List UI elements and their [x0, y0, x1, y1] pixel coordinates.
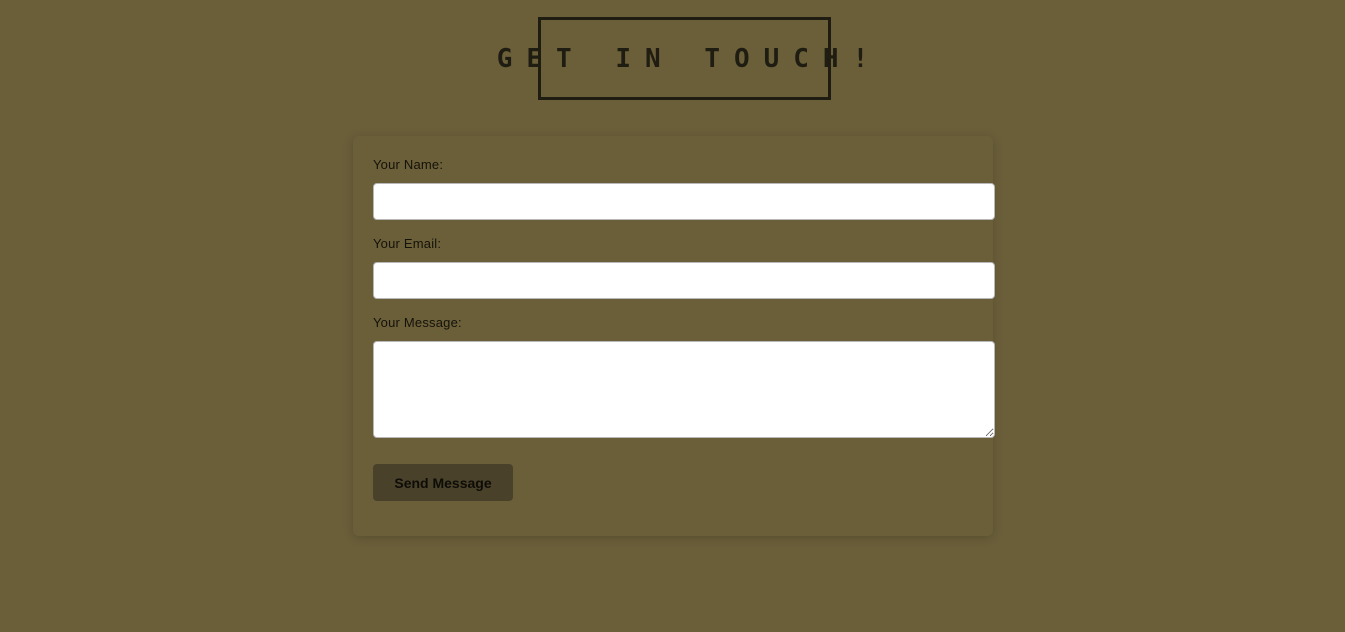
- message-label: Your Message:: [373, 315, 462, 330]
- contact-form: Your Name: Your Email: Your Message: Sen…: [353, 136, 995, 536]
- page-title: GET IN TOUCH!: [496, 43, 883, 74]
- contact-page: GET IN TOUCH! Your Name: Your Email: You…: [0, 0, 1345, 632]
- message-field[interactable]: [373, 341, 995, 438]
- email-field[interactable]: [373, 262, 995, 299]
- email-label: Your Email:: [373, 236, 442, 251]
- name-label: Your Name:: [373, 157, 444, 172]
- title-frame: GET IN TOUCH!: [497, 17, 868, 100]
- name-field[interactable]: [373, 183, 995, 220]
- send-message-button[interactable]: Send Message: [373, 464, 513, 501]
